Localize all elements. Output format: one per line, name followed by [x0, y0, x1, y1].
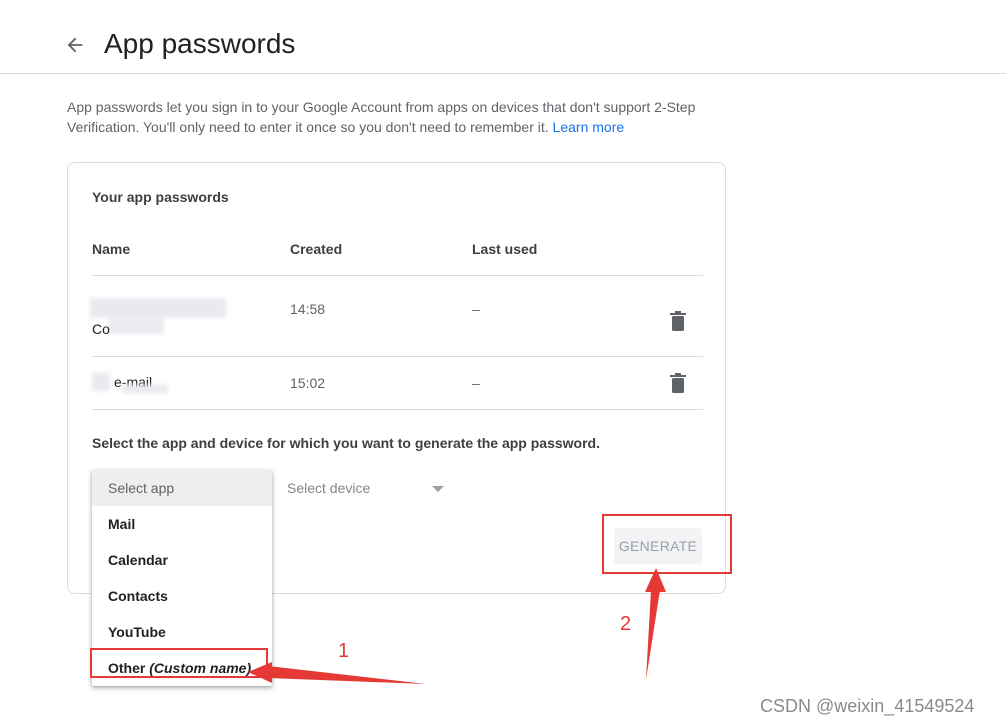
annotation-arrows [248, 568, 666, 684]
watermark: CSDN @weixin_41549524 [760, 696, 975, 716]
annotation-arrow-1 [248, 662, 426, 684]
annotation-arrow-2 [645, 568, 666, 680]
